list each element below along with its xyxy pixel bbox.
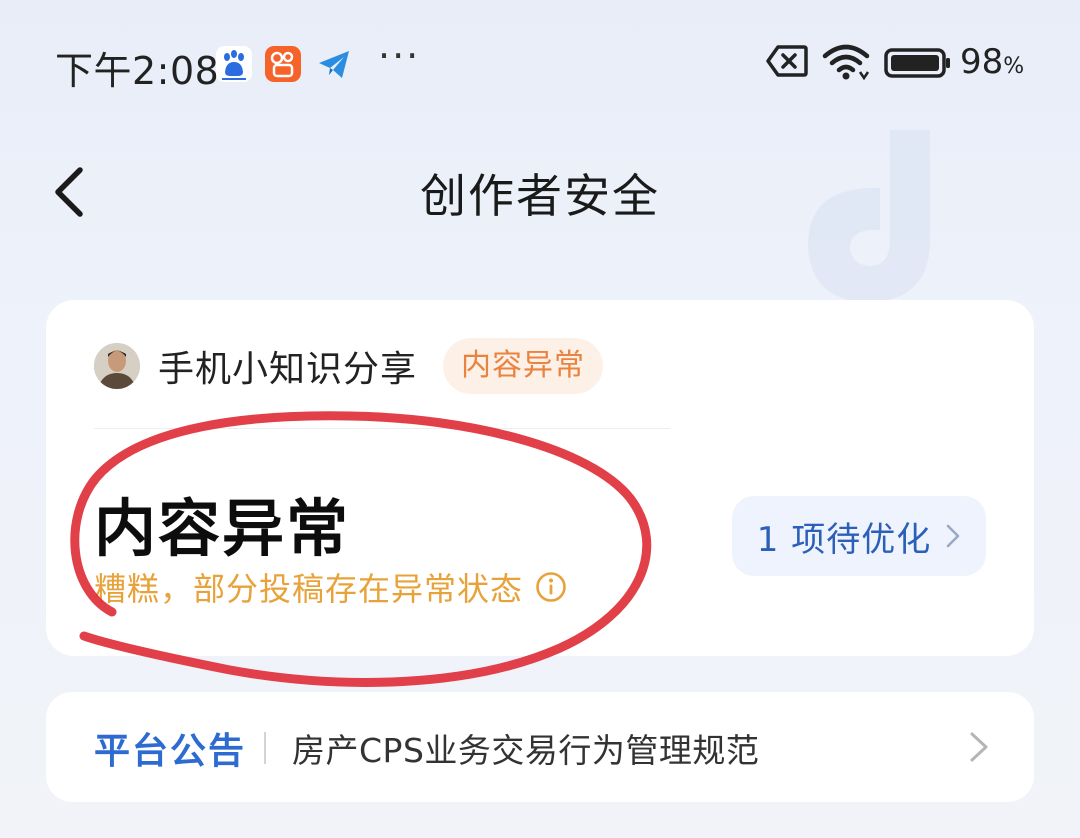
chevron-right-icon <box>946 524 960 548</box>
battery-icon <box>884 48 950 78</box>
info-icon[interactable] <box>535 571 567 603</box>
status-time: 下午2:08 <box>55 49 220 93</box>
status-heading: 内容异常 <box>94 492 351 565</box>
account-name: 手机小知识分享 <box>158 349 418 390</box>
kuaishou-app-icon <box>265 46 301 82</box>
telegram-app-icon <box>319 51 349 78</box>
announcement-label: 平台公告 <box>94 731 247 772</box>
status-badge: 内容异常 <box>443 338 604 394</box>
avatar <box>94 343 140 389</box>
divider <box>94 428 670 429</box>
pending-optimization-label: 1 项待优化 <box>756 519 932 560</box>
announcement-separator <box>264 732 266 764</box>
sim-off-icon <box>766 45 808 77</box>
pending-optimization-button[interactable]: 1 项待优化 <box>732 496 986 576</box>
account-row: 手机小知识分享 内容异常 <box>94 336 604 396</box>
status-overflow-dots: ··· <box>378 34 421 78</box>
chevron-right-icon <box>970 732 988 762</box>
status-message-text: 糟糕，部分投稿存在异常状态 <box>94 570 524 608</box>
battery-percentage: 98% <box>960 42 1025 82</box>
announcement-text: 房产CPS业务交易行为管理规范 <box>292 731 760 770</box>
status-message: 糟糕，部分投稿存在异常状态 <box>94 564 567 610</box>
status-bar: 下午2:08 ··· 98% <box>0 0 1080 130</box>
wifi-icon <box>822 44 870 80</box>
creator-status-card: 手机小知识分享 内容异常 内容异常 糟糕，部分投稿存在异常状态 1 项待优化 <box>46 300 1034 656</box>
baidu-app-icon <box>216 46 252 82</box>
page-title: 创作者安全 <box>420 169 660 223</box>
platform-announcement-bar[interactable]: 平台公告 房产CPS业务交易行为管理规范 <box>46 692 1034 802</box>
